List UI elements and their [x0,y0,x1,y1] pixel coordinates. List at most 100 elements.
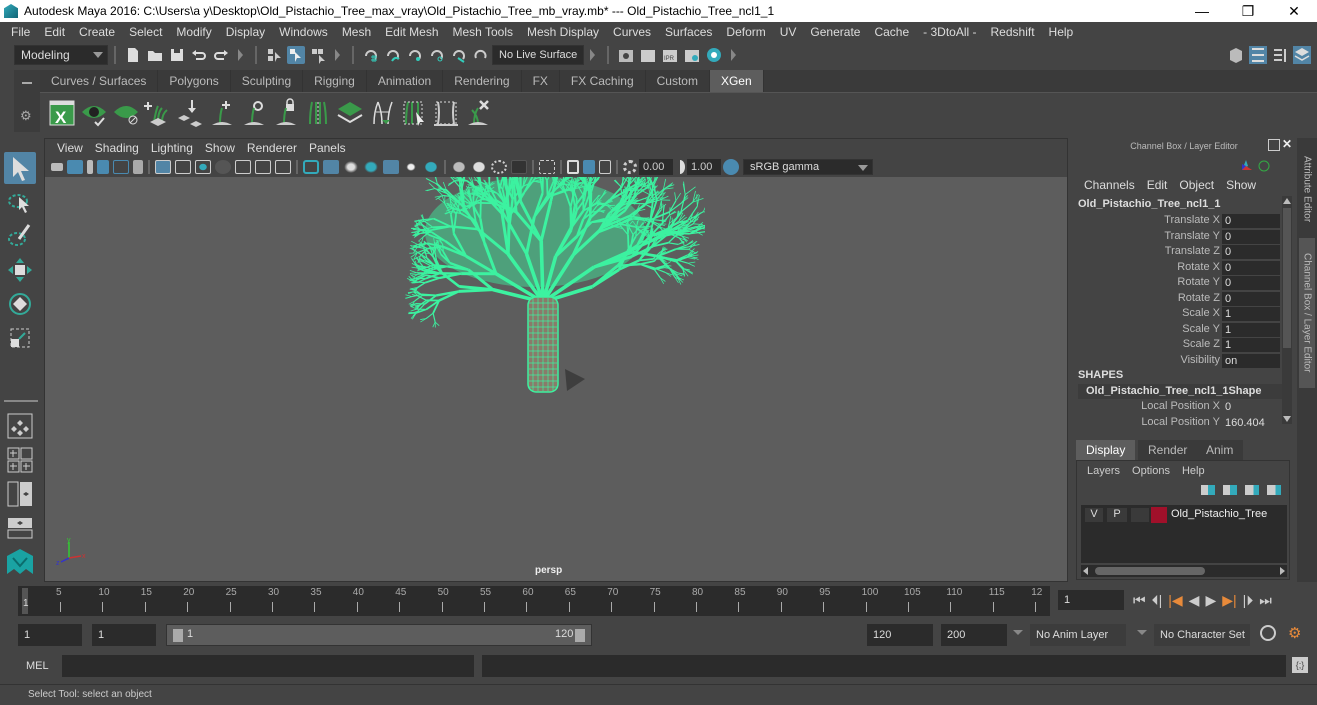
tab-fx[interactable]: FX [522,70,560,92]
layer-menu-layers[interactable]: Layers [1081,465,1126,477]
grid-toggle-icon[interactable] [155,160,171,174]
persp-graph-layout-icon[interactable] [4,512,36,544]
channel-box-menu-edit[interactable]: Edit [1141,178,1174,192]
exposure-field[interactable]: 0.00 [639,159,673,175]
tab-rigging[interactable]: Rigging [303,70,367,92]
channel-row[interactable]: Visibility on [1072,353,1282,369]
minimize-button[interactable]: — [1179,0,1225,22]
four-pane-layout-icon[interactable] [4,444,36,476]
ipr-render-icon[interactable]: IPR [661,46,679,64]
paint-select-tool-icon[interactable] [4,220,36,252]
scroll-up-icon[interactable] [1283,198,1291,204]
character-set-dropdown[interactable]: No Character Set [1154,624,1250,646]
current-frame-field[interactable]: 1 [1058,590,1124,610]
gamma-field[interactable]: 1.00 [687,159,721,175]
channel-row[interactable]: Translate Z0 [1072,245,1282,260]
menu-redshift[interactable]: Redshift [984,25,1042,39]
xray-active-icon[interactable] [583,160,595,174]
channel-value[interactable]: 0 [1222,291,1280,306]
time-slider-bar[interactable]: 1 5 10 15 20 25 30 35 40 45 50 55 60 65 70 75 80 85 90 95 1… [18,586,1050,616]
script-editor-icon[interactable]: {;} [1292,657,1308,673]
film-gate-icon[interactable] [175,160,191,174]
menu-curves[interactable]: Curves [606,25,658,39]
viewport-menu-show[interactable]: Show [199,141,241,155]
layer-menu-options[interactable]: Options [1126,465,1176,477]
scroll-right-icon[interactable] [1280,567,1285,575]
layer-name[interactable]: Old_Pistachio_Tree [1171,508,1267,520]
anti-aliasing-icon[interactable] [491,160,507,174]
channel-value[interactable]: 1 [1222,338,1280,352]
live-surface-field[interactable]: No Live Surface [492,45,584,65]
smooth-shade-all-icon[interactable] [323,160,339,174]
animation-end-field[interactable]: 200 [941,624,1007,646]
layer-visibility-toggle[interactable]: V [1085,508,1103,522]
snap-view-plane-icon[interactable] [428,46,446,64]
camera-attributes-icon[interactable] [67,160,83,174]
channel-value[interactable]: 0 [1222,245,1280,259]
layer-color-swatch[interactable] [1151,507,1167,523]
selected-object-name[interactable]: Old_Pistachio_Tree_ncl1_1 [1078,198,1220,210]
render-settings-icon[interactable] [683,46,701,64]
channel-box-toggle-icon[interactable] [1293,46,1311,64]
range-slider[interactable]: 1 120 [166,624,592,646]
new-empty-layer-icon[interactable] [1245,485,1259,495]
tab-animation[interactable]: Animation [367,70,444,92]
play-forwards-icon[interactable]: ▶ [1205,592,1216,609]
channel-box-menu-channels[interactable]: Channels [1078,178,1141,192]
layer-menu-help[interactable]: Help [1176,465,1211,477]
step-forward-frame-icon[interactable]: |⏵ [1243,592,1254,609]
channel-row[interactable]: Rotate Z0 [1072,291,1282,307]
depth-of-field-icon[interactable] [511,160,527,174]
layer-tab-anim[interactable]: Anim [1196,440,1244,460]
menu-surfaces[interactable]: Surfaces [658,25,719,39]
channel-label[interactable]: Local Position Y [1141,416,1220,428]
shape-channel-row[interactable]: Local Position Y 160.404 [1072,416,1282,431]
channel-box-menu-object[interactable]: Object [1173,178,1220,192]
field-chart-icon[interactable] [235,160,251,174]
close-panel-icon[interactable]: ✕ [1282,137,1292,151]
image-plane-icon[interactable] [97,160,109,174]
lock-guide-icon[interactable] [272,97,300,128]
motion-blur-icon[interactable] [471,160,487,174]
undo-icon[interactable] [190,46,208,64]
snap-curve-icon[interactable] [384,46,402,64]
go-to-end-icon[interactable]: ⏭ [1259,592,1272,609]
channel-label[interactable]: Translate Y [1164,230,1220,242]
new-scene-icon[interactable] [124,46,142,64]
layer-tab-display[interactable]: Display [1076,440,1136,460]
safe-title-icon[interactable] [275,160,291,174]
tab-polygons[interactable]: Polygons [158,70,231,92]
tree-wireframe-model[interactable] [365,177,705,402]
channel-row[interactable]: Scale Z1 [1072,338,1282,353]
restore-button[interactable]: ❐ [1225,0,1271,22]
chevron-down-icon[interactable] [1137,630,1147,635]
viewport-menu-panels[interactable]: Panels [303,141,352,155]
shadows-icon[interactable] [423,160,439,174]
range-start-handle[interactable] [173,629,183,642]
channel-label[interactable]: Rotate Z [1178,292,1220,304]
menu-mesh-tools[interactable]: Mesh Tools [446,25,520,39]
channel-label[interactable]: Local Position X [1141,400,1220,412]
channel-value[interactable]: 0 [1222,214,1280,228]
move-layer-down-icon[interactable] [1223,485,1237,495]
chevron-down-icon[interactable] [1013,630,1023,635]
step-forward-key-icon[interactable]: ▶| [1222,592,1236,609]
color-management-toggle-icon[interactable] [723,159,739,175]
channel-value[interactable]: on [1222,353,1280,368]
redo-icon[interactable] [212,46,230,64]
float-panel-icon[interactable] [1268,139,1280,151]
select-component-icon[interactable] [309,46,327,64]
2d-pan-zoom-icon[interactable] [113,160,129,174]
select-hierarchy-icon[interactable] [265,46,283,64]
channel-label[interactable]: Visibility [1180,354,1220,366]
channel-value[interactable]: 0 [1222,276,1280,290]
scale-tool-icon[interactable] [4,322,36,354]
delete-guides-icon[interactable] [464,98,492,128]
layer-reference-toggle[interactable] [1131,508,1149,522]
grease-pencil-icon[interactable] [133,160,143,174]
channel-row[interactable]: Rotate Y0 [1072,276,1282,291]
viewport-menu-shading[interactable]: Shading [89,141,145,155]
render-frame-icon[interactable] [639,46,657,64]
viewport-menu-view[interactable]: View [51,141,89,155]
camera-select-icon[interactable] [51,163,63,171]
